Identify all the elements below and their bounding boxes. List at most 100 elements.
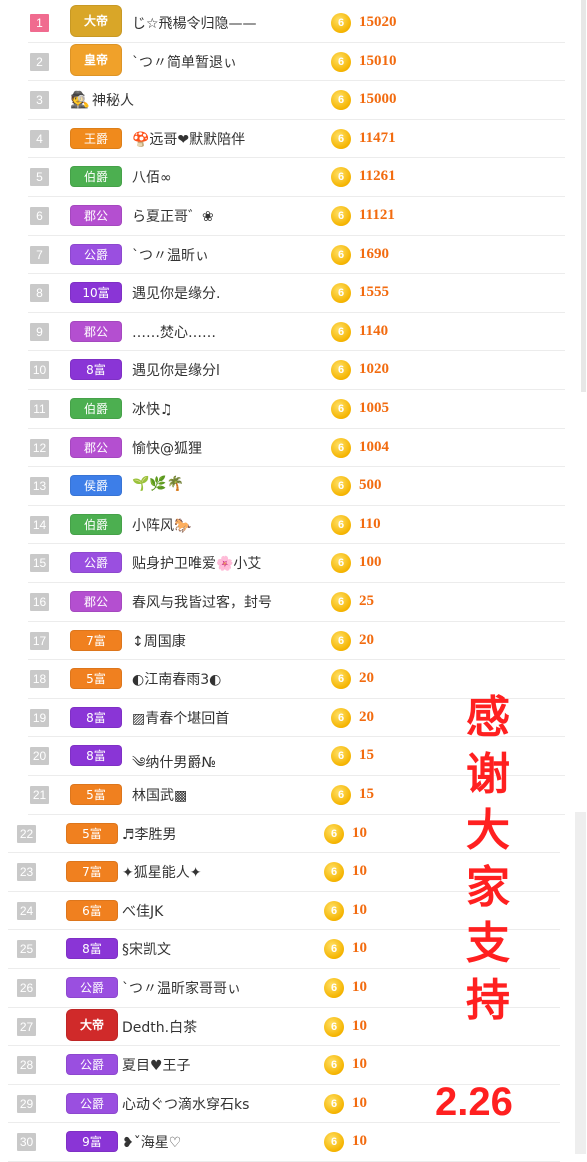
rank-badge: 大帝 (66, 1008, 118, 1041)
rank-number: 17 (30, 631, 49, 650)
coin-icon: 6 (331, 476, 351, 497)
rank-badge: 郡公 (70, 205, 122, 226)
rank-number: 30 (17, 1133, 36, 1152)
user-name[interactable]: ✦狐星能人✦ (122, 862, 201, 882)
scrollbar-bottom[interactable] (575, 812, 586, 1154)
coin-icon: 6 (331, 630, 351, 651)
score-value: 11121 (359, 207, 395, 223)
rank-number: 13 (30, 477, 49, 496)
rank-number: 6 (30, 207, 49, 225)
list-item[interactable]: 15 公爵 贴身护卫唯爱🌸小艾 6 100 (28, 544, 565, 583)
user-name[interactable]: ❥ˇ海星♡ (122, 1132, 181, 1152)
list-item[interactable]: 8 10富 遇见你是缘分. 6 1555 (28, 274, 565, 313)
user-name[interactable]: 遇见你是缘分. (132, 283, 220, 303)
user-name[interactable]: 春风与我皆过客，封号 (132, 592, 272, 612)
user-name[interactable]: ◐江南春雨3◐ (132, 669, 221, 689)
user-name[interactable]: 小阵风🐎 (132, 515, 191, 535)
list-item[interactable]: 16 郡公 春风与我皆过客，封号 6 25 (28, 583, 565, 622)
score-value: 1140 (359, 322, 389, 339)
list-item[interactable]: 7 公爵 ˋつ〃温昕ぃ 6 1690 (28, 236, 565, 275)
score-value: 110 (359, 515, 381, 532)
user-name[interactable]: ˋつ〃温昕家哥哥ぃ (122, 978, 241, 998)
list-item[interactable]: 4 王爵 🍄远哥❤默默陪伴 6 11471 (28, 120, 565, 159)
coin-icon: 6 (331, 321, 351, 342)
user-name[interactable]: 遇见你是缘分l (132, 360, 220, 380)
rank-badge: 侯爵 (70, 475, 122, 497)
rank-number: 27 (17, 1017, 36, 1036)
scrollbar-top[interactable] (581, 0, 586, 392)
rank-number: 20 (30, 747, 49, 766)
user-name[interactable]: 心动ぐつ滴水穿石ks (122, 1094, 249, 1114)
list-item[interactable]: 6 郡公 ら夏正哥゛❀ 6 11121 (28, 197, 565, 236)
rank-badge: 公爵 (70, 243, 122, 265)
list-item[interactable]: 1 大帝 じ☆飛楊令归隐—— 6 15020 (28, 4, 565, 43)
score-value: 100 (359, 554, 382, 571)
coin-icon: 6 (331, 51, 351, 72)
coin-icon: 6 (331, 746, 351, 767)
rank-number: 29 (17, 1094, 36, 1113)
user-name[interactable]: 夏目♥王子 (122, 1055, 191, 1075)
rank-badge: 8富 (70, 706, 122, 728)
coin-icon: 6 (331, 592, 351, 612)
list-item[interactable]: 12 郡公 愉快@狐狸 6 1004 (28, 429, 565, 468)
user-name[interactable]: ……焚心…… (132, 322, 216, 342)
coin-icon: 6 (331, 283, 351, 304)
user-name[interactable]: 八佰∞ (132, 167, 172, 187)
user-name[interactable]: ˋつ〃温昕ぃ (132, 245, 209, 265)
user-name[interactable]: べ佳JK (122, 901, 163, 921)
user-name[interactable]: Dedth.白茶 (122, 1017, 197, 1037)
coin-icon: 6 (331, 785, 351, 805)
list-item[interactable]: 30 9富 ❥ˇ海星♡ 6 10 (8, 1123, 560, 1162)
list-item[interactable]: 5 伯爵 八佰∞ 6 11261 (28, 158, 565, 197)
list-item[interactable]: 9 郡公 ……焚心…… 6 1140 (28, 313, 565, 352)
user-name[interactable]: 愉快@狐狸 (132, 438, 202, 458)
score-value: 20 (359, 631, 374, 648)
rank-badge: 皇帝 (70, 43, 122, 76)
list-item[interactable]: 11 伯爵 冰快♫ 6 1005 (28, 390, 565, 429)
coin-icon: 6 (324, 1132, 344, 1153)
user-name[interactable]: 🌱🌿🌴 (132, 476, 184, 492)
user-name[interactable]: 神秘人 (92, 90, 134, 110)
user-name[interactable]: 冰快♫ (132, 399, 173, 419)
rank-number: 3 (30, 91, 49, 110)
score-value: 15000 (359, 91, 397, 108)
user-name[interactable]: ら夏正哥゛❀ (132, 206, 214, 226)
user-name[interactable]: じ☆飛楊令归隐—— (132, 13, 257, 33)
rank-badge: 伯爵 (70, 513, 122, 535)
user-name[interactable]: ↕周国康 (132, 631, 186, 651)
score-value: 10 (352, 1056, 367, 1073)
rank-badge: 郡公 (70, 436, 122, 458)
user-name[interactable]: ♬李胜男 (122, 824, 177, 844)
rank-number: 11 (30, 400, 49, 418)
user-name[interactable]: §宋凯文 (122, 939, 171, 959)
score-value: 1690 (359, 245, 389, 262)
coin-icon: 6 (331, 128, 351, 149)
rank-number: 2 (30, 52, 49, 71)
rank-number: 5 (30, 168, 49, 187)
rank-badge: 7富 (70, 629, 122, 651)
rank-badge: 6富 (66, 899, 118, 921)
rank-badge: 9富 (66, 1131, 118, 1153)
rank-badge: 5富 (66, 822, 118, 844)
user-name[interactable]: 贴身护卫唯爱🌸小艾 (132, 553, 261, 573)
user-name[interactable]: 林国武▩ (132, 785, 187, 805)
user-name[interactable]: 🍄远哥❤默默陪伴 (132, 129, 245, 149)
list-item[interactable]: 13 侯爵 🌱🌿🌴 6 500 (28, 467, 565, 506)
rank-number: 10 (30, 361, 49, 380)
score-value: 10 (352, 979, 367, 995)
list-item[interactable]: 10 8富 遇见你是缘分l 6 1020 (28, 351, 565, 390)
rank-badge: 8富 (70, 359, 122, 381)
score-value: 10 (352, 1017, 367, 1034)
list-item[interactable]: 2 皇帝 ˋつ〃简单暂退ぃ 6 15010 (28, 43, 565, 82)
list-item[interactable]: 3 🕵 神秘人 6 15000 (28, 81, 565, 120)
coin-icon: 6 (331, 514, 351, 535)
coin-icon: 6 (324, 900, 344, 921)
rank-badge: 8富 (66, 938, 118, 960)
user-name[interactable]: ▨青春个堪回首 (132, 708, 229, 728)
list-item[interactable]: 14 伯爵 小阵风🐎 6 110 (28, 506, 565, 545)
mystery-person-icon: 🕵 (70, 90, 90, 110)
score-value: 11261 (359, 168, 396, 185)
list-item[interactable]: 17 7富 ↕周国康 6 20 (28, 622, 565, 661)
user-name[interactable]: ˋつ〃简单暂退ぃ (132, 52, 237, 72)
list-item[interactable]: 28 公爵 夏目♥王子 6 10 (8, 1046, 560, 1085)
